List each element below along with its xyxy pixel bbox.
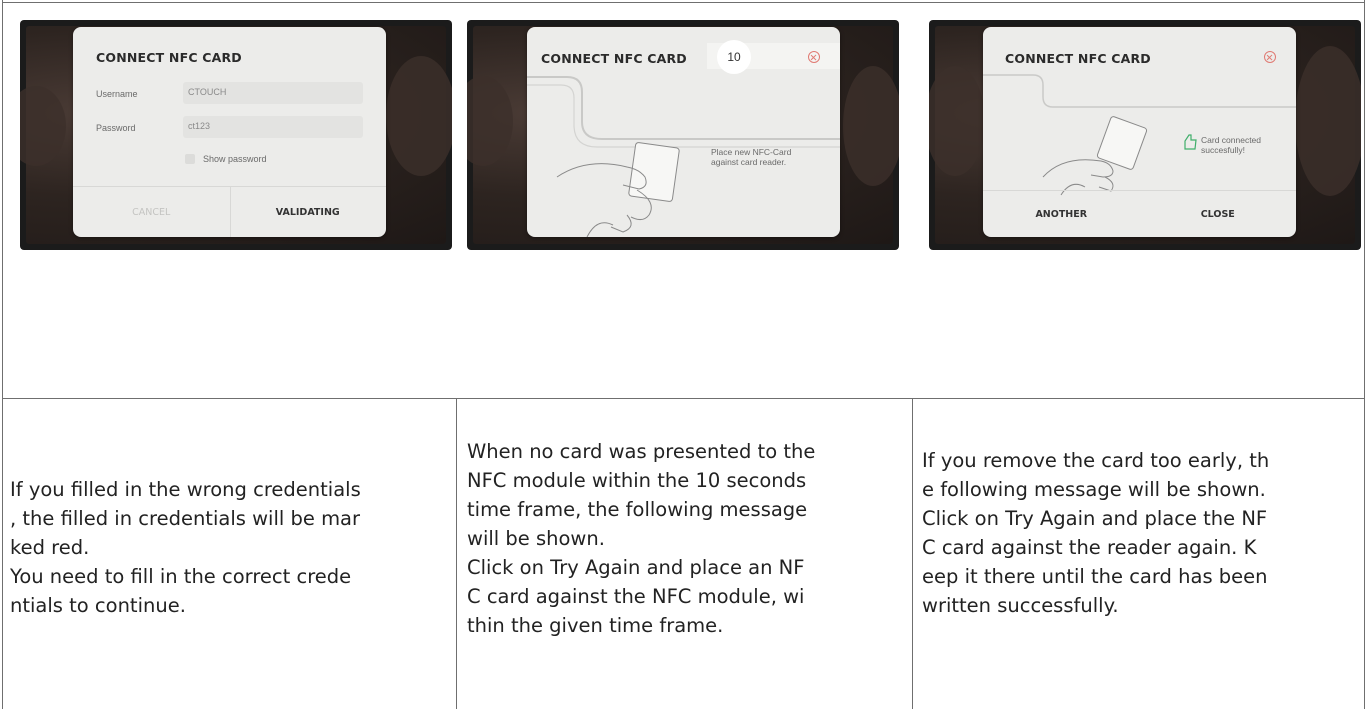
dialog-button-bar: ANOTHER CLOSE <box>983 190 1296 237</box>
close-button[interactable]: CLOSE <box>1140 191 1297 237</box>
description-wrong-credentials: If you filled in the wrong credentials ,… <box>10 478 361 617</box>
cancel-button[interactable]: CANCEL <box>73 187 231 237</box>
description-card-removed: If you remove the card too early, th e f… <box>922 449 1270 617</box>
document-page: CONNECT NFC CARD Username CTOUCH Passwor… <box>0 0 1367 709</box>
connect-nfc-dialog: CONNECT NFC CARD 10 Place new NFC-Card a… <box>527 27 840 237</box>
hand-card-icon <box>556 142 680 237</box>
username-value: CTOUCH <box>188 87 227 97</box>
thumbs-up-icon <box>1184 134 1197 150</box>
countdown-badge: 10 <box>717 40 751 74</box>
hand-card-icon <box>1042 116 1148 196</box>
dialog-button-bar: CANCEL VALIDATING <box>73 186 386 237</box>
table-border-right <box>1364 0 1365 709</box>
dialog-title: CONNECT NFC CARD <box>1005 51 1151 66</box>
table-row-divider <box>2 398 1365 399</box>
column-divider-1 <box>456 398 457 709</box>
dialog-title: CONNECT NFC CARD <box>541 51 687 66</box>
table-border-top <box>2 2 1365 3</box>
password-field[interactable]: ct123 <box>183 116 363 138</box>
password-value: ct123 <box>188 121 211 131</box>
show-password-checkbox[interactable] <box>185 154 195 164</box>
description-no-card: When no card was presented to the NFC mo… <box>467 440 816 637</box>
table-border-left <box>2 0 3 709</box>
show-password-label: Show password <box>203 154 267 164</box>
screenshot-credentials: CONNECT NFC CARD Username CTOUCH Passwor… <box>20 20 452 250</box>
screenshot-place-card: CONNECT NFC CARD 10 Place new NFC-Card a… <box>467 20 899 250</box>
username-label: Username <box>96 89 138 99</box>
dialog-title: CONNECT NFC CARD <box>96 50 242 65</box>
column-divider-2 <box>912 398 913 709</box>
close-icon[interactable] <box>808 51 820 63</box>
another-button[interactable]: ANOTHER <box>983 191 1140 237</box>
connect-nfc-dialog: CONNECT NFC CARD Username CTOUCH Passwor… <box>73 27 386 237</box>
connect-nfc-dialog: CONNECT NFC CARD Card connected succesfu… <box>983 27 1296 237</box>
screenshot-card-connected: CONNECT NFC CARD Card connected succesfu… <box>929 20 1361 250</box>
validating-button[interactable]: VALIDATING <box>230 187 387 237</box>
username-field[interactable]: CTOUCH <box>183 82 363 104</box>
password-label: Password <box>96 123 136 133</box>
close-icon[interactable] <box>1264 51 1276 63</box>
card-connected-status: Card connected succesfully! <box>1201 135 1262 155</box>
place-card-instruction: Place new NFC-Card against card reader. <box>711 147 792 167</box>
